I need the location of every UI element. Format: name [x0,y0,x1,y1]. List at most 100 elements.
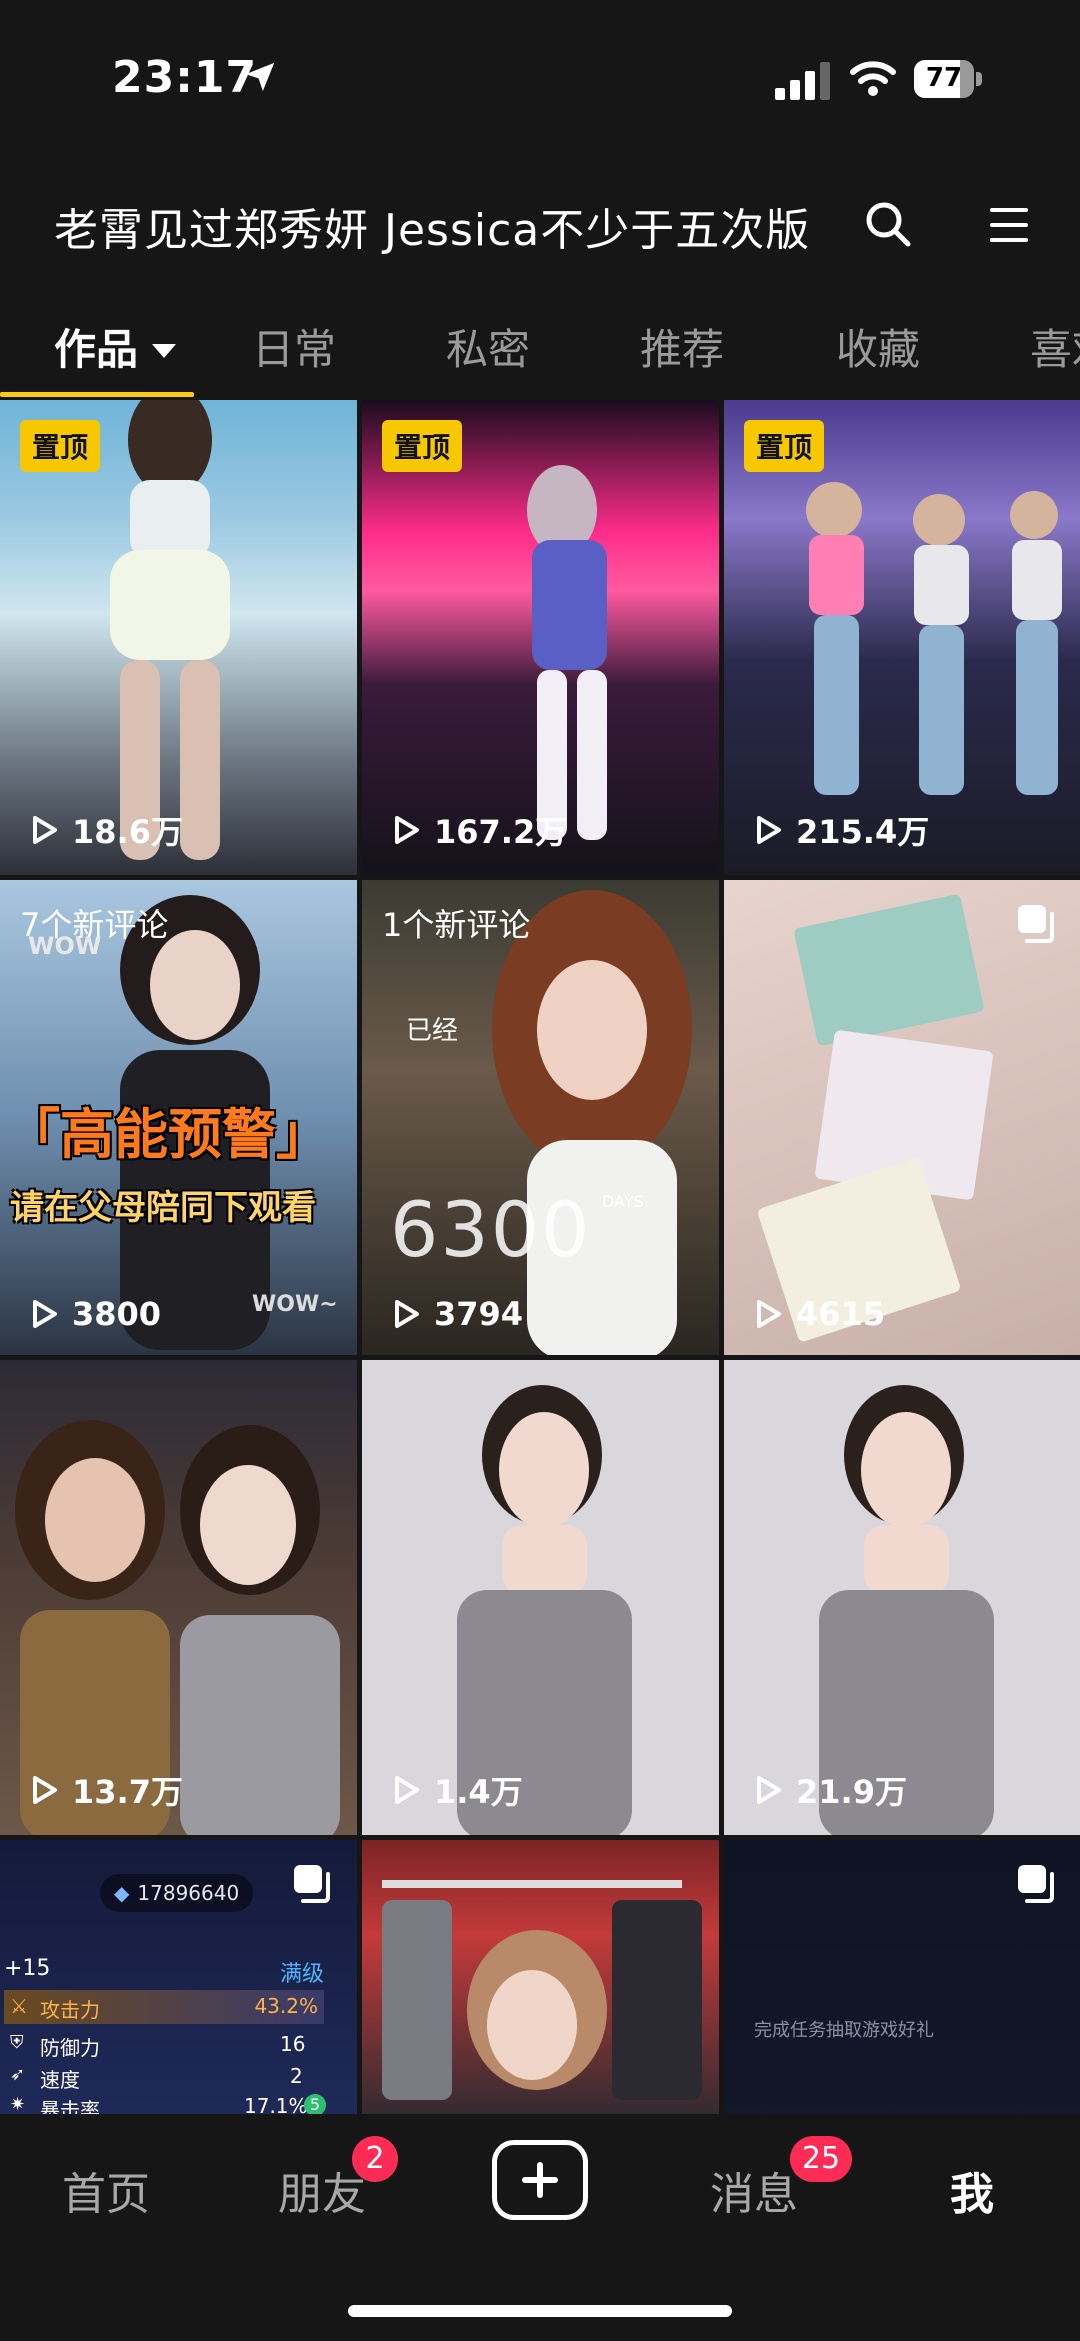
tab-favorites[interactable]: 收藏 [836,316,920,377]
play-count: 3800 [26,1295,161,1333]
image-post-thumbnail[interactable]: 4615 [724,880,1080,1355]
tab-private[interactable]: 私密 [446,316,530,377]
play-count-text: 18.6万 [72,813,183,851]
task-text: 完成任务抽取游戏好礼 [754,2020,934,2041]
nav-me[interactable]: 我 [950,2158,994,2222]
stat-row-attack: ⚔ 攻击力 43.2% [4,1990,324,2024]
caret-down-icon [152,343,177,358]
play-count-text: 1.4万 [434,1773,523,1811]
video-thumbnail[interactable]: 置顶 167.2万 [362,400,719,875]
tab-recommended[interactable]: 推荐 [640,316,724,377]
nav-home[interactable]: 首页 [62,2158,150,2222]
game-id: 17896640 [137,1881,240,1905]
play-count-text: 13.7万 [72,1773,183,1811]
portrait-figure [457,1385,632,1835]
location-arrow-icon [245,62,275,92]
stat-label: 速度 [40,2068,80,2092]
cellular-signal-icon [775,62,830,100]
multi-image-icon [1018,1865,1054,1903]
stat-value: 16 [280,2032,306,2056]
play-icon [757,816,781,844]
play-icon [395,1300,419,1328]
crit-icon: ✷ [10,2094,26,2114]
pinned-badge: 置顶 [20,420,101,472]
menu-icon[interactable] [986,202,1032,248]
game-id-pill: ◆ 17896640 [100,1874,254,1912]
battery-cap [976,72,982,86]
max-level-label: 满级 [280,1962,325,1987]
video-thumbnail[interactable]: 7个新评论 WOW 「高能预警」 请在父母陪同下观看 WOW~ 3800 [0,880,357,1355]
stat-value: 17.1% [244,2094,308,2114]
stat-bonus: 5 [304,2094,326,2114]
wifi-icon [850,61,896,96]
image-post-thumbnail[interactable]: 完成任务抽取游戏好礼 [724,1840,1080,2114]
play-count-text: 167.2万 [434,813,568,851]
friends-badge: 2 [352,2136,398,2182]
tab-likes[interactable]: 喜欢 [1030,316,1080,377]
stat-label: 防御力 [40,2036,100,2060]
video-grid: 置顶 18.6万 置顶 167.2万 置顶 215.4万 7个新评论 WOW 「… [0,400,1080,2114]
stat-row-crit: ✷ 暴击率 17.1% 5 [4,2092,326,2114]
play-count: 1.4万 [388,1767,523,1813]
stat-label: 攻击力 [40,1998,100,2022]
video-thumbnail[interactable]: 1.4万 [362,1360,719,1835]
home-indicator [348,2305,732,2317]
tab-label: 作品 [54,325,139,374]
stat-row-speed: ➶ 速度 2 [4,2062,324,2094]
new-comments-tag: 1个新评论 [382,906,531,944]
create-button[interactable] [492,2140,588,2220]
play-icon [33,1300,57,1328]
image-post-thumbnail[interactable]: ◆ 17896640 +15 满级 ⚔ 攻击力 43.2% ⛨ 防御力 16 ➶ … [0,1840,357,2114]
video-thumbnail[interactable]: 21.9万 [724,1360,1080,1835]
play-count: 167.2万 [388,807,567,853]
nav-messages[interactable]: 消息 [710,2158,798,2222]
video-thumbnail[interactable] [362,1840,719,2114]
play-count-text: 3794 [434,1295,524,1333]
play-count: 18.6万 [26,807,183,853]
stat-value: 43.2% [254,1994,318,2018]
tab-works[interactable]: 作品 [54,316,177,377]
selfie-figures [15,1420,340,1835]
pinned-badge: 置顶 [744,420,825,472]
stat-row-defense: ⛨ 防御力 16 [4,2030,324,2062]
pinned-badge: 置顶 [382,420,463,472]
play-count-text: 215.4万 [796,813,930,851]
tab-daily[interactable]: 日常 [252,316,336,377]
video-thumbnail[interactable]: 置顶 18.6万 [0,400,357,875]
play-icon [395,816,419,844]
status-bar: 23:17 77 [0,0,1080,160]
warning-title: 「高能预警」 [6,1103,330,1166]
battery-indicator: 77 [914,60,986,100]
plus-icon [522,2162,558,2198]
days-count: 6300 [390,1185,592,1274]
stat-label: 暴击率 [40,2098,100,2114]
search-icon[interactable] [862,198,914,250]
play-icon [33,1776,57,1804]
status-time: 23:17 [112,52,258,103]
play-icon [33,816,57,844]
shield-icon: ⛨ [10,2032,24,2053]
boot-icon: ➶ [10,2064,26,2085]
battery-body: 77 [914,60,974,98]
days-label: DAYS [602,1192,644,1211]
wow-sticker: WOW~ [252,1292,338,1317]
active-tab-indicator [0,392,194,397]
wow-sticker: WOW [28,932,102,960]
multi-image-icon [294,1865,330,1903]
video-thumbnail[interactable]: 1个新评论 已经 6300 DAYS 3794 [362,880,719,1355]
stat-value: 2 [290,2064,303,2088]
header: 老霄见过郑秀妍 Jessica不少于五次版 [0,180,1080,270]
portrait-figure [492,890,692,1355]
already-label: 已经 [406,1016,459,1046]
play-count: 4615 [750,1295,885,1333]
video-thumbnail[interactable]: 置顶 215.4万 [724,400,1080,875]
sword-icon: ⚔ [10,1994,28,2018]
messages-badge: 25 [790,2136,852,2182]
battery-level-text: 77 [925,63,963,93]
level-plus: +15 [4,1956,51,1981]
album-photos [758,894,993,1342]
play-icon [757,1300,781,1328]
video-thumbnail[interactable]: 13.7万 [0,1360,357,1835]
page-title: 老霄见过郑秀妍 Jessica不少于五次版 [54,205,811,256]
play-icon [757,1776,781,1804]
